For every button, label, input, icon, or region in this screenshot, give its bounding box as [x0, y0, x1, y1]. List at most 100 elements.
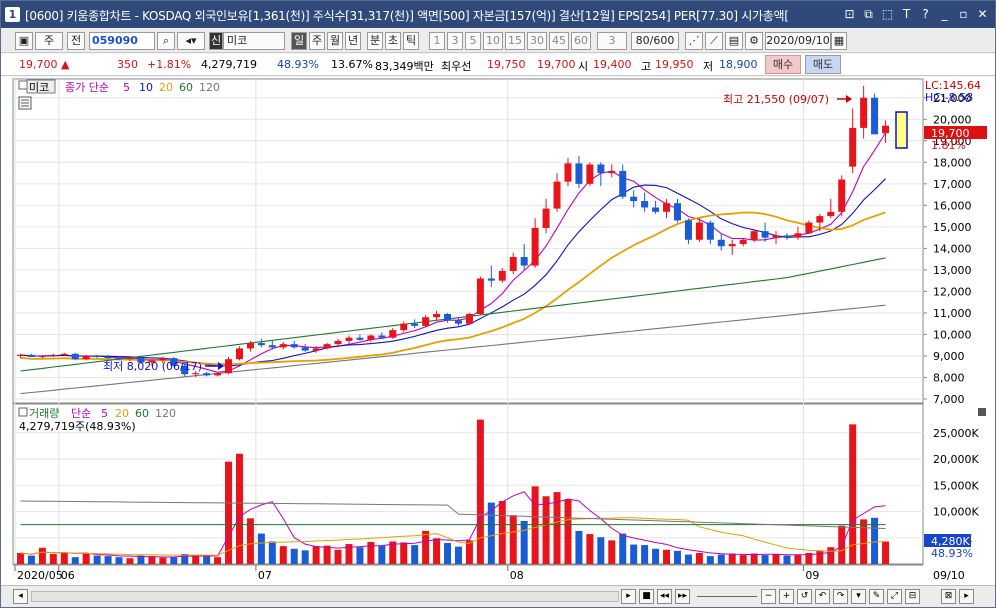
gear-icon[interactable]: ⚙	[745, 32, 763, 50]
scroll-right-icon[interactable]: ▸	[621, 589, 636, 604]
ma-label-5: 5	[123, 81, 130, 94]
text-icon[interactable]: T	[898, 6, 915, 22]
help-icon[interactable]: ?	[917, 6, 934, 22]
close-button[interactable]: ✕	[974, 6, 991, 22]
prev-page-icon[interactable]: ◂◂	[657, 589, 672, 604]
ma-label-120: 120	[199, 81, 220, 94]
draw-icon[interactable]: ✎	[869, 589, 884, 604]
zoom-slider[interactable]	[697, 596, 757, 597]
price-y-label: 13,000	[933, 264, 972, 277]
volume-bar	[159, 557, 167, 564]
tab-tick[interactable]: 틱	[403, 32, 419, 50]
layout-icon[interactable]: ⊡	[841, 6, 858, 22]
tab-second[interactable]: 초	[385, 32, 401, 50]
reset-icon[interactable]: ↺	[797, 589, 812, 604]
volume-bar	[586, 534, 594, 564]
save-icon[interactable]: ▤	[725, 32, 743, 50]
horizontal-scrollbar[interactable]	[31, 591, 619, 602]
zoom-in-icon[interactable]: +	[779, 589, 794, 604]
next-page-icon[interactable]: ▸▸	[675, 589, 690, 604]
chart-svg[interactable]: 21,00020,00019,00018,00017,00016,00015,0…	[1, 77, 995, 585]
x-axis-label: 07	[258, 569, 272, 582]
volume-bar	[400, 542, 408, 564]
date-input[interactable]: 2020/09/10	[765, 32, 831, 50]
candle-body	[279, 344, 287, 348]
toolbar: ▣ 주 전 059090 ⌕ ◂▾ 신 미코 일 주 월 년 분 초 틱 1 3…	[1, 29, 995, 53]
interval-3[interactable]: 3	[447, 32, 463, 50]
tab-day[interactable]: 일	[291, 32, 307, 50]
candle-body	[312, 348, 320, 351]
candle-body	[301, 347, 309, 351]
collapse-icon[interactable]: ⊠	[941, 589, 956, 604]
interval-60[interactable]: 60	[571, 32, 591, 50]
calendar-icon[interactable]: ▦	[831, 32, 847, 50]
candle-body	[597, 164, 605, 174]
volume-bar	[104, 556, 112, 564]
interval-45[interactable]: 45	[549, 32, 569, 50]
interval-5[interactable]: 5	[465, 32, 481, 50]
candle-body	[630, 196, 638, 202]
candle-body	[444, 314, 452, 321]
interval-10[interactable]: 10	[483, 32, 503, 50]
ma-label-20: 20	[159, 81, 173, 94]
volume-bar	[411, 545, 419, 564]
tab-month[interactable]: 월	[327, 32, 343, 50]
undo-icon[interactable]: ↶	[815, 589, 830, 604]
zoom-out-icon[interactable]: −	[761, 589, 776, 604]
name-tag: 미코	[29, 81, 49, 94]
stock-code-input[interactable]: 059090	[89, 32, 155, 50]
buy-button[interactable]: 매수	[765, 55, 801, 74]
volume-panel-toggle-icon[interactable]	[978, 408, 986, 416]
tab-minute[interactable]: 분	[367, 32, 383, 50]
vol-ma-label-5: 5	[101, 407, 108, 420]
prev-button[interactable]: 전	[67, 32, 85, 50]
price-y-label: 10,000	[933, 328, 972, 341]
new-badge: 신	[209, 32, 223, 50]
tab-week[interactable]: 주	[309, 32, 325, 50]
bookmark-icon[interactable]: ▾	[851, 589, 866, 604]
volume-legend-title: 거래량	[29, 407, 59, 420]
play-icon[interactable]: ■	[639, 589, 654, 604]
interval-15[interactable]: 15	[505, 32, 525, 50]
window-title: [0600] 키움종합차트 - KOSDAQ 외국인보유[1,361(천)] 주…	[25, 9, 789, 23]
sound-icon[interactable]: ◂▾	[177, 32, 205, 50]
expand-icon[interactable]: ▸	[959, 589, 974, 604]
candle-body	[586, 164, 594, 184]
candle-body	[728, 244, 736, 247]
maximize-button[interactable]: ▫	[955, 6, 972, 22]
candle-body	[553, 181, 561, 209]
chart-area[interactable]: 21,000 20,000 19,000 18,000 17,000 16,000 15,0…	[1, 77, 995, 585]
candle-body	[794, 233, 802, 238]
high-annotation: 최고 21,550 (09/07)	[723, 93, 829, 106]
volume-bar	[663, 549, 671, 564]
link-icon[interactable]: ⧉	[860, 6, 877, 22]
interval-1[interactable]: 1	[429, 32, 445, 50]
volume-bar	[684, 554, 692, 564]
volume-bar	[93, 555, 101, 564]
volume-y-label: 10,000K	[933, 506, 979, 519]
volume-bar	[16, 552, 24, 564]
minimize-button[interactable]: _	[936, 6, 953, 22]
interval-30[interactable]: 30	[527, 32, 547, 50]
volume-bar	[71, 557, 79, 564]
low-label: 저	[703, 60, 714, 73]
candle-body	[225, 359, 233, 374]
menu-icon[interactable]: ▣	[15, 32, 33, 50]
candle-body	[542, 208, 550, 228]
tab-year[interactable]: 년	[345, 32, 361, 50]
fullscreen-icon[interactable]: ⤢	[887, 589, 902, 604]
sell-button[interactable]: 매도	[805, 55, 841, 74]
search-icon[interactable]: ⌕	[157, 32, 175, 50]
chart-tool-icon[interactable]: ⋰	[685, 32, 703, 50]
scroll-left-icon[interactable]: ◂	[13, 589, 28, 604]
custom-interval-select[interactable]: 3	[597, 32, 627, 50]
line-tool-icon[interactable]: ⟋	[705, 32, 723, 50]
period-select[interactable]: 주	[35, 32, 63, 50]
redo-icon[interactable]: ↷	[833, 589, 848, 604]
candle-body	[652, 207, 660, 212]
volume-bar	[49, 554, 57, 564]
split-icon[interactable]: ⊟	[905, 589, 920, 604]
capture-icon[interactable]: ⬚	[879, 6, 896, 22]
data-count-input[interactable]: 80/600	[631, 32, 679, 50]
candle-body	[706, 222, 714, 240]
